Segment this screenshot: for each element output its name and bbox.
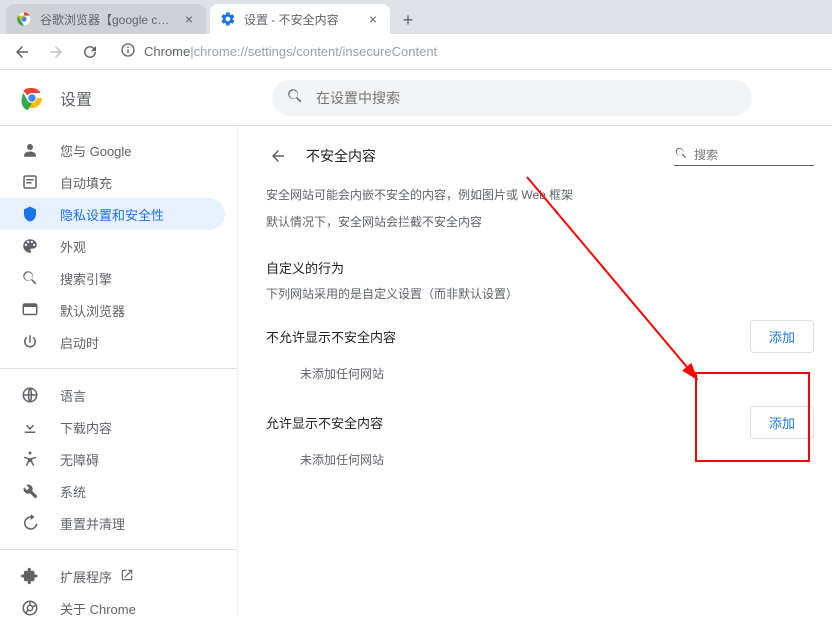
sidebar: 您与 Google 自动填充 隐私设置和安全性 外观 搜索引擎 默认浏览器 启动… xyxy=(0,126,238,617)
sidebar-item-label: 外观 xyxy=(60,237,86,256)
settings-favicon-icon xyxy=(220,11,236,27)
accessibility-icon xyxy=(20,449,40,469)
add-allow-site-button[interactable]: 添加 xyxy=(750,406,814,439)
power-icon xyxy=(20,332,40,352)
tab-1[interactable]: 谷歌浏览器【google chrome】 × xyxy=(6,4,206,34)
allow-section-label: 允许显示不安全内容 xyxy=(266,413,383,432)
sidebar-item-appearance[interactable]: 外观 xyxy=(0,230,225,262)
sidebar-item-label: 默认浏览器 xyxy=(60,301,125,320)
omnibox-url: chrome://settings/content/insecureConten… xyxy=(194,44,438,59)
custom-behavior-subtitle: 下列网站采用的是自定义设置（而非默认设置） xyxy=(266,285,814,302)
extension-icon xyxy=(20,566,40,586)
sidebar-item-accessibility[interactable]: 无障碍 xyxy=(0,443,225,475)
block-empty-text: 未添加任何网站 xyxy=(300,365,814,382)
browser-toolbar: Chrome | chrome://settings/content/insec… xyxy=(0,34,832,70)
sidebar-item-about-chrome[interactable]: 关于 Chrome xyxy=(0,592,225,624)
sidebar-item-label: 无障碍 xyxy=(60,450,99,469)
app-header: 设置 xyxy=(0,70,832,126)
sidebar-item-label: 您与 Google xyxy=(60,141,132,160)
sidebar-item-on-startup[interactable]: 启动时 xyxy=(0,326,225,358)
sidebar-item-label: 隐私设置和安全性 xyxy=(60,205,164,224)
settings-search-box[interactable] xyxy=(272,80,752,116)
custom-behavior-title: 自定义的行为 xyxy=(266,258,814,277)
sidebar-item-label: 搜索引擎 xyxy=(60,269,112,288)
content-panel: 不安全内容 安全网站可能会内嵌不安全的内容，例如图片或 Web 框架 默认情况下… xyxy=(238,126,832,617)
omnibox-prefix: Chrome xyxy=(144,44,190,59)
sidebar-separator xyxy=(0,368,237,369)
autofill-icon xyxy=(20,172,40,192)
tab-2-active[interactable]: 设置 - 不安全内容 × xyxy=(210,4,390,34)
sidebar-item-you-and-google[interactable]: 您与 Google xyxy=(0,134,225,166)
sidebar-item-label: 自动填充 xyxy=(60,173,112,192)
back-button[interactable] xyxy=(8,38,36,66)
person-icon xyxy=(20,140,40,160)
content-title: 不安全内容 xyxy=(306,146,376,166)
content-search-input[interactable] xyxy=(694,148,814,162)
description-line-1: 安全网站可能会内嵌不安全的内容，例如图片或 Web 框架 xyxy=(266,186,814,203)
search-icon xyxy=(674,146,688,163)
content-search-box[interactable] xyxy=(674,146,814,166)
sidebar-item-system[interactable]: 系统 xyxy=(0,475,225,507)
add-block-site-button[interactable]: 添加 xyxy=(750,320,814,353)
tab-title: 谷歌浏览器【google chrome】 xyxy=(40,11,176,28)
sidebar-item-label: 启动时 xyxy=(60,333,99,352)
block-section-label: 不允许显示不安全内容 xyxy=(266,327,396,346)
sidebar-item-languages[interactable]: 语言 xyxy=(0,379,225,411)
tab-strip: 谷歌浏览器【google chrome】 × 设置 - 不安全内容 × + xyxy=(0,0,832,34)
open-in-new-icon xyxy=(120,568,134,585)
sidebar-item-search-engine[interactable]: 搜索引擎 xyxy=(0,262,225,294)
sidebar-item-privacy-security[interactable]: 隐私设置和安全性 xyxy=(0,198,225,230)
close-icon[interactable]: × xyxy=(366,12,380,26)
sidebar-item-label: 系统 xyxy=(60,482,86,501)
shield-icon xyxy=(20,204,40,224)
allow-empty-text: 未添加任何网站 xyxy=(300,451,814,468)
sidebar-item-label: 下载内容 xyxy=(60,418,112,437)
sidebar-item-extensions[interactable]: 扩展程序 xyxy=(0,560,225,592)
sidebar-item-downloads[interactable]: 下载内容 xyxy=(0,411,225,443)
sidebar-item-default-browser[interactable]: 默认浏览器 xyxy=(0,294,225,326)
app-title: 设置 xyxy=(60,86,92,110)
content-back-button[interactable] xyxy=(266,144,290,168)
settings-search-input[interactable] xyxy=(316,90,738,106)
sidebar-item-label: 关于 Chrome xyxy=(60,599,136,618)
address-bar[interactable]: Chrome | chrome://settings/content/insec… xyxy=(110,38,824,66)
tab-title: 设置 - 不安全内容 xyxy=(244,11,360,28)
search-icon xyxy=(286,87,304,108)
chrome-logo-icon xyxy=(20,86,44,110)
sidebar-item-label: 扩展程序 xyxy=(60,567,112,586)
search-icon xyxy=(20,268,40,288)
wrench-icon xyxy=(20,481,40,501)
close-icon[interactable]: × xyxy=(182,12,196,26)
restore-icon xyxy=(20,513,40,533)
sidebar-item-reset[interactable]: 重置并清理 xyxy=(0,507,225,539)
sidebar-item-label: 重置并清理 xyxy=(60,514,125,533)
browser-icon xyxy=(20,300,40,320)
description-line-2: 默认情况下，安全网站会拦截不安全内容 xyxy=(266,213,814,230)
sidebar-item-label: 语言 xyxy=(60,386,86,405)
new-tab-button[interactable]: + xyxy=(394,6,422,34)
globe-icon xyxy=(20,385,40,405)
download-icon xyxy=(20,417,40,437)
chrome-favicon-icon xyxy=(16,11,32,27)
site-info-icon[interactable] xyxy=(120,42,136,61)
sidebar-separator xyxy=(0,549,237,550)
chrome-outline-icon xyxy=(20,598,40,618)
reload-button[interactable] xyxy=(76,38,104,66)
sidebar-item-autofill[interactable]: 自动填充 xyxy=(0,166,225,198)
forward-button[interactable] xyxy=(42,38,70,66)
palette-icon xyxy=(20,236,40,256)
